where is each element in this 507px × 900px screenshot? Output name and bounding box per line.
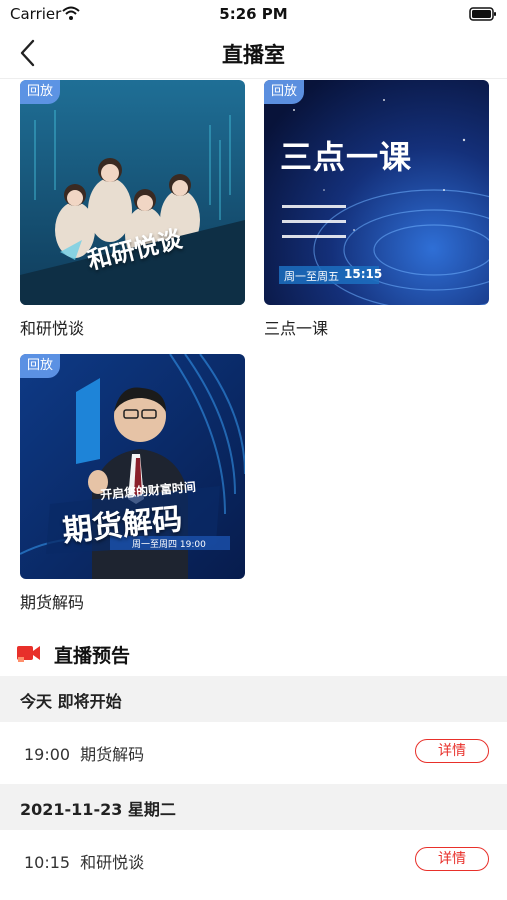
replay-tag: 回放 — [20, 80, 60, 104]
replay-card-qihuo[interactable]: 开启您的财富时间 期货解码 周一至周四 19:00 回放 期货解码 — [20, 354, 245, 613]
card-thumbnail: 三点一课 周一至周五 15:15 回放 — [264, 80, 489, 305]
nav-bar: 直播室 — [0, 28, 507, 79]
card-overlay-schedule: 周一至周四 19:00 — [132, 540, 206, 550]
replay-card-heyan[interactable]: 和研悦谈 回放 和研悦谈 — [20, 80, 245, 339]
video-camera-icon — [16, 642, 42, 668]
card-title: 期货解码 — [20, 593, 85, 612]
status-bar: Carrier 5:26 PM — [0, 0, 507, 28]
detail-button[interactable]: 详情 — [415, 847, 489, 871]
schedule-day-header: 今天 即将开始 — [0, 676, 507, 722]
schedule-row-text: 10:15 和研悦谈 — [24, 849, 144, 873]
replay-tag: 回放 — [264, 80, 304, 104]
schedule-row[interactable]: 19:00 期货解码 详情 — [0, 722, 507, 782]
chevron-left-icon — [20, 39, 35, 67]
schedule-row[interactable]: 10:15 和研悦谈 详情 — [0, 830, 507, 890]
section-title: 直播预告 — [54, 645, 131, 667]
battery-icon — [469, 6, 497, 25]
schedule-time: 10:15 — [24, 853, 71, 872]
replay-tag: 回放 — [20, 354, 60, 378]
card-thumbnail: 开启您的财富时间 期货解码 周一至周四 19:00 回放 — [20, 354, 245, 579]
card-overlay-title: 三点一课 — [280, 138, 413, 176]
schedule-day-label: 今天 即将开始 — [20, 692, 122, 711]
schedule-program-name: 和研悦谈 — [80, 853, 145, 872]
card-thumbnail: 和研悦谈 回放 — [20, 80, 245, 305]
clock-time: 5:26 PM — [219, 5, 288, 23]
schedule-program-name: 期货解码 — [80, 745, 145, 764]
live-preview-header: 直播预告 — [0, 630, 507, 676]
replay-card-sandian[interactable]: 三点一课 周一至周五 15:15 回放 三点一课 — [264, 80, 489, 339]
schedule-time: 19:00 — [24, 745, 71, 764]
schedule-day-header: 2021-11-23 星期二 — [0, 784, 507, 830]
schedule-day-label: 2021-11-23 星期二 — [20, 800, 176, 819]
back-button[interactable] — [12, 36, 46, 70]
page-title: 直播室 — [222, 43, 285, 67]
card-overlay-time: 15:15 — [344, 267, 383, 281]
detail-button[interactable]: 详情 — [415, 739, 489, 763]
card-title: 三点一课 — [264, 319, 329, 338]
card-overlay-schedule: 周一至周五 — [284, 270, 339, 283]
card-title: 和研悦谈 — [20, 319, 85, 338]
schedule-row-text: 19:00 期货解码 — [24, 741, 144, 765]
